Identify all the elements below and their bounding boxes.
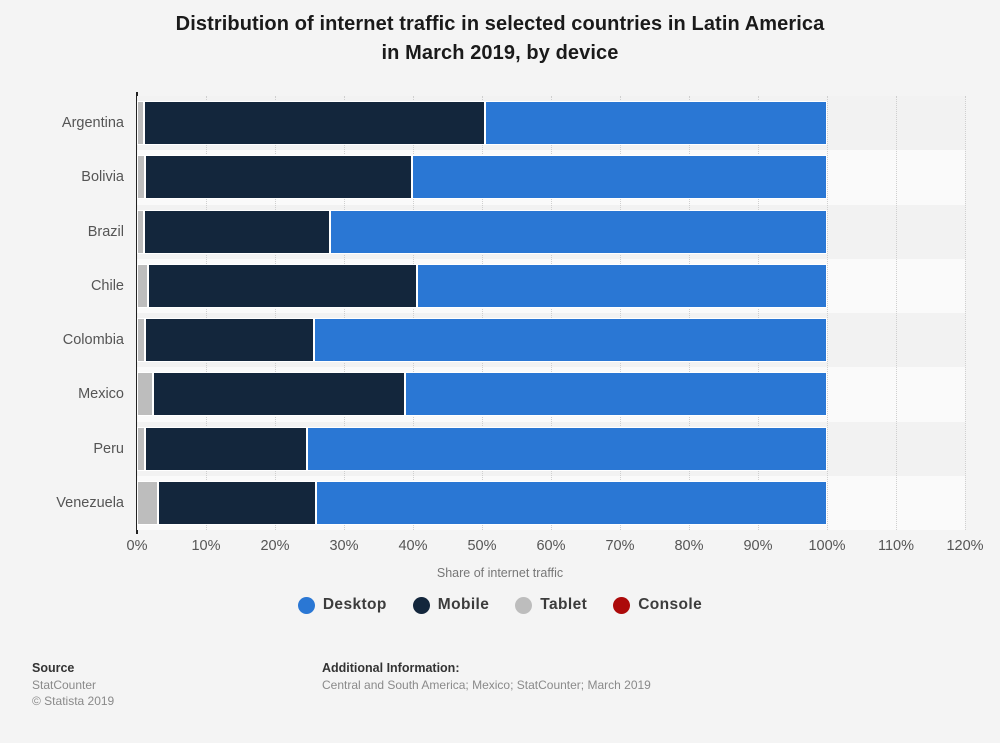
bar-row[interactable] (137, 426, 965, 471)
y-axis-label-venezuela: Venezuela (56, 494, 124, 511)
x-axis-tick-90: 90% (743, 538, 773, 554)
bar-segment-desktop[interactable] (313, 318, 827, 363)
plot-area (137, 96, 967, 530)
bar-row[interactable] (137, 318, 965, 363)
bar-segment-mobile[interactable] (144, 426, 307, 471)
x-axis-tick-50: 50% (467, 538, 497, 554)
bar-segment-tablet[interactable] (137, 372, 153, 417)
bar-row[interactable] (137, 155, 965, 200)
bar-row[interactable] (137, 372, 965, 417)
chart-footer: Source StatCounter © Statista 2019 Addit… (0, 655, 1000, 743)
y-axis-label-bolivia: Bolivia (81, 169, 124, 186)
y-axis-label-argentina: Argentina (61, 115, 124, 132)
bar-segment-tablet[interactable] (137, 426, 145, 471)
title-line-1: Distribution of internet traffic in sele… (175, 13, 825, 35)
bar-row[interactable] (137, 263, 965, 308)
legend-swatch-desktop-icon (297, 596, 315, 614)
bar-row[interactable] (137, 209, 965, 254)
bar-segment-tablet[interactable] (137, 155, 145, 200)
bar-segment-mobile[interactable] (158, 480, 317, 525)
gridline (965, 96, 967, 530)
bar-segment-desktop[interactable] (485, 101, 827, 146)
bar-row[interactable] (137, 480, 965, 525)
bar-row[interactable] (137, 101, 965, 146)
x-axis-tick-100: 100% (808, 538, 846, 554)
x-axis-tick-20: 20% (260, 538, 290, 554)
x-axis-tick-120: 120% (946, 538, 984, 554)
x-axis-tick-70: 70% (605, 538, 635, 554)
legend-label: Desktop (322, 596, 387, 613)
bar-segment-desktop[interactable] (316, 480, 827, 525)
chart-legend: Desktop Mobile Tablet Console (0, 596, 1000, 614)
legend-item-mobile[interactable]: Mobile (412, 596, 490, 614)
y-axis-label-mexico: Mexico (78, 386, 124, 403)
bar-segment-mobile[interactable] (144, 155, 412, 200)
x-axis-tick-80: 80% (674, 538, 704, 554)
legend-label: Console (638, 596, 703, 613)
y-axis-label-colombia: Colombia (62, 332, 124, 349)
additional-information-block: Additional Information: Central and Sout… (322, 660, 651, 693)
bar-segment-mobile[interactable] (144, 318, 314, 363)
y-axis-label-brazil: Brazil (87, 223, 124, 240)
bar-segment-tablet[interactable] (137, 101, 144, 146)
x-axis-tick-60: 60% (536, 538, 566, 554)
bar-segment-mobile[interactable] (143, 101, 486, 146)
statista-chart-page: { "title": { "line1": "Distribution of i… (0, 0, 1000, 743)
x-axis-tick-110: 110% (877, 538, 915, 554)
legend-swatch-console-icon (613, 596, 631, 614)
y-axis-labels: Argentina Bolivia Brazil Chile Colombia Mexic… (0, 96, 124, 530)
x-axis-tick-30: 30% (329, 538, 359, 554)
info-heading: Additional Information: (322, 661, 460, 675)
x-axis-tick-0: 0% (126, 538, 148, 554)
bar-segment-mobile[interactable] (143, 209, 330, 254)
legend-item-desktop[interactable]: Desktop (297, 596, 387, 614)
legend-item-tablet[interactable]: Tablet (515, 596, 587, 614)
y-axis-label-chile: Chile (90, 277, 124, 294)
source-heading: Source (32, 661, 75, 675)
bar-segment-tablet[interactable] (137, 318, 145, 363)
x-axis-tick-10: 10% (191, 538, 221, 554)
bar-segment-desktop[interactable] (417, 263, 827, 308)
x-axis-title: Share of internet traffic (436, 566, 564, 580)
legend-swatch-mobile-icon (412, 596, 430, 614)
bars-layer (137, 96, 965, 530)
bar-segment-mobile[interactable] (152, 372, 406, 417)
bar-segment-desktop[interactable] (329, 209, 827, 254)
bar-segment-desktop[interactable] (306, 426, 827, 471)
legend-label: Mobile (437, 596, 490, 613)
bar-segment-tablet[interactable] (137, 263, 149, 308)
bar-segment-mobile[interactable] (148, 263, 418, 308)
page-title: Distribution of internet traffic in sele… (0, 0, 1000, 68)
x-axis-labels: 0% 10% 20% 30% 40% 50% 60% 70% 80% 90% 100% 110% 120… (0, 538, 1000, 560)
bar-segment-tablet[interactable] (137, 209, 144, 254)
bar-segment-tablet[interactable] (137, 480, 159, 525)
bar-segment-desktop[interactable] (405, 372, 827, 417)
copyright-text: © Statista 2019 (32, 694, 115, 708)
legend-swatch-tablet-icon (515, 596, 533, 614)
info-text: Central and South America; Mexico; StatC… (322, 678, 651, 692)
y-axis-label-peru: Peru (93, 440, 124, 457)
x-axis-tick-40: 40% (398, 538, 428, 554)
legend-item-console[interactable]: Console (613, 596, 702, 614)
title-line-2: in March 2019, by device (381, 42, 619, 64)
bar-segment-desktop[interactable] (411, 155, 827, 200)
source-name: StatCounter (32, 678, 97, 692)
source-block: Source StatCounter © Statista 2019 (32, 660, 114, 709)
legend-label: Tablet (540, 596, 588, 613)
